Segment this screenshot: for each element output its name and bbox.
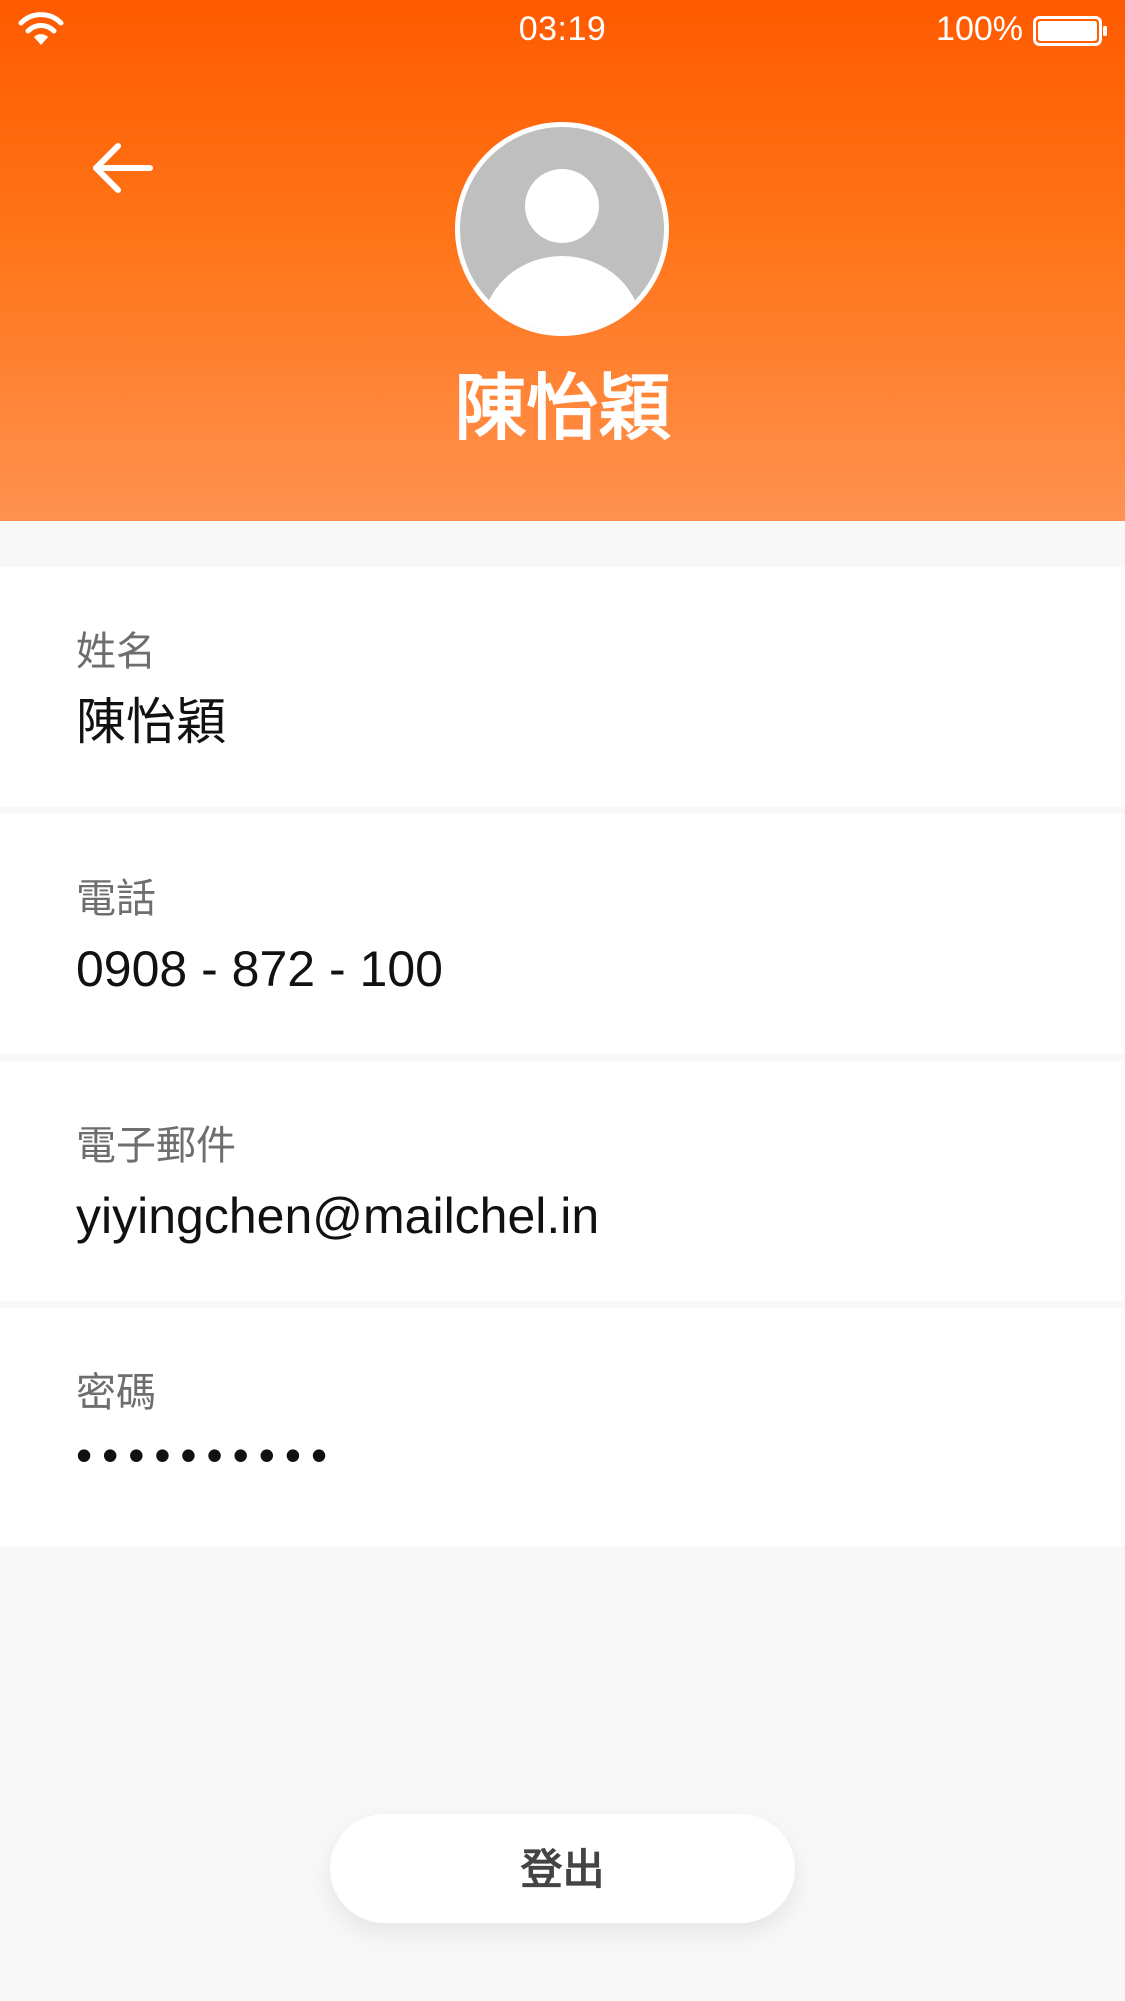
phone-field: 電話 0908 - 872 - 100 (0, 814, 1125, 1054)
arrow-left-icon (93, 143, 153, 193)
email-label: 電子郵件 (76, 1124, 236, 1168)
battery-icon (1033, 16, 1107, 46)
status-bar: 03:19 100% (0, 0, 1125, 60)
password-label: 密碼 (76, 1371, 156, 1415)
password-field: 密碼 •••••••••• (0, 1308, 1125, 1546)
phone-label: 電話 (76, 877, 156, 921)
password-value: •••••••••• (76, 1429, 338, 1481)
name-value: 陳怡穎 (76, 694, 226, 750)
battery-percentage: 100% (936, 10, 1023, 48)
email-field: 電子郵件 yiyingchen@mailchel.in (0, 1061, 1125, 1301)
profile-header: 03:19 100% 陳怡穎 (0, 0, 1125, 521)
email-value: yiyingchen@mailchel.in (76, 1188, 600, 1244)
name-label: 姓名 (76, 630, 156, 674)
user-placeholder-icon (482, 169, 642, 331)
avatar (455, 122, 669, 336)
profile-name: 陳怡穎 (454, 369, 671, 449)
name-field: 姓名 陳怡穎 (0, 567, 1125, 807)
logout-button[interactable]: 登出 (330, 1814, 795, 1923)
phone-value: 0908 - 872 - 100 (76, 941, 443, 997)
back-button[interactable] (84, 130, 164, 210)
